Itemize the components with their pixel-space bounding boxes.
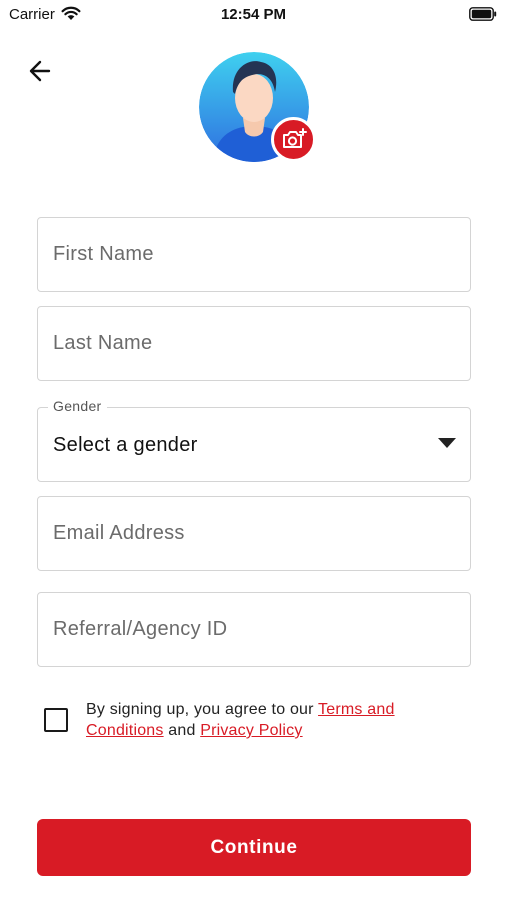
back-button[interactable] xyxy=(26,57,56,85)
email-field[interactable] xyxy=(37,496,471,571)
terms-prefix: By signing up, you agree to our xyxy=(86,701,319,718)
caret-down-icon xyxy=(438,438,456,448)
status-bar: Carrier 12:54 PM xyxy=(0,0,507,30)
privacy-link[interactable]: Privacy Policy xyxy=(200,722,302,739)
change-photo-button[interactable] xyxy=(271,117,316,162)
gender-value: Select a gender xyxy=(53,434,198,456)
email-input[interactable] xyxy=(38,497,470,570)
gender-select[interactable]: Gender Select a gender xyxy=(37,398,471,482)
last-name-input[interactable] xyxy=(38,307,470,380)
terms-conjunction: and xyxy=(163,722,201,739)
camera-add-icon xyxy=(282,127,307,148)
continue-button[interactable]: Continue xyxy=(37,819,471,876)
gender-label: Gender xyxy=(48,398,107,414)
referral-field[interactable] xyxy=(37,592,471,667)
last-name-field[interactable] xyxy=(37,306,471,381)
arrow-left-icon xyxy=(29,60,51,82)
terms-text: By signing up, you agree to our Terms an… xyxy=(86,699,446,741)
first-name-input[interactable] xyxy=(38,218,470,291)
first-name-field[interactable] xyxy=(37,217,471,292)
terms-checkbox[interactable] xyxy=(44,708,68,732)
battery-icon xyxy=(469,7,497,21)
status-time: 12:54 PM xyxy=(220,6,287,23)
referral-input[interactable] xyxy=(38,593,470,666)
